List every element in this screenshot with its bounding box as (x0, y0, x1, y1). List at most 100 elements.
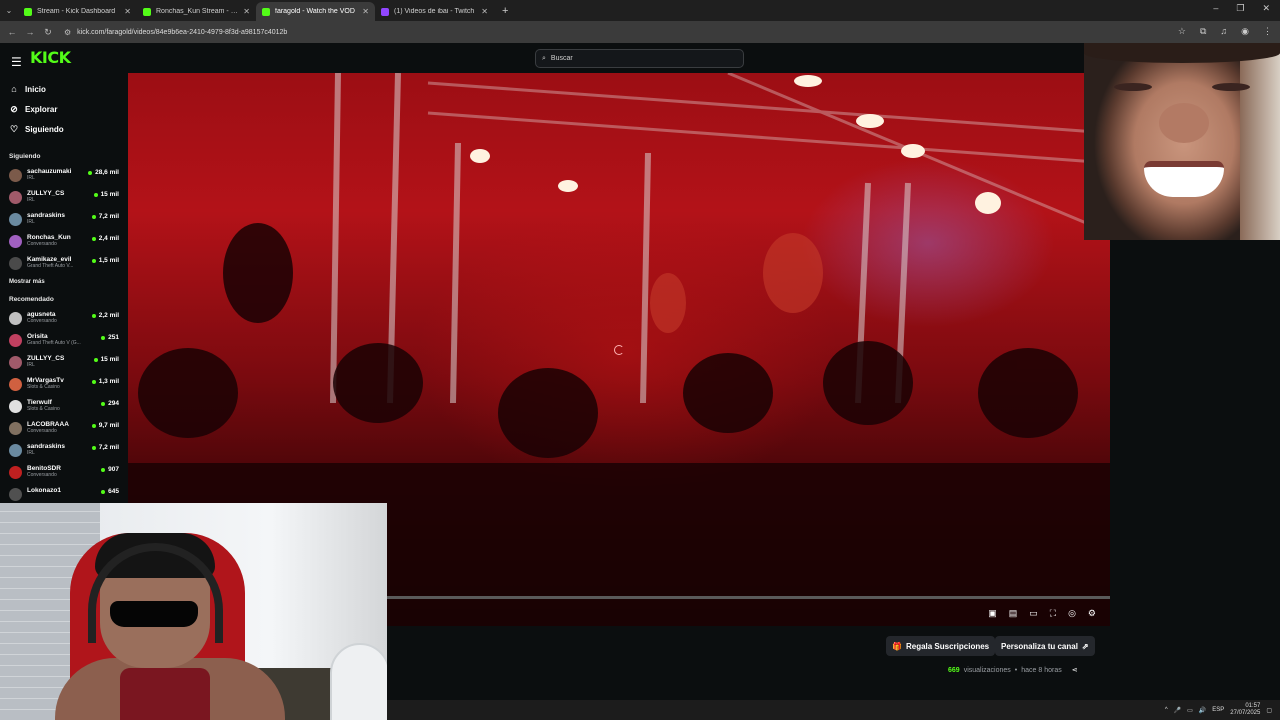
tab-close-icon[interactable]: ✕ (243, 7, 250, 16)
facecam-eye-left (1114, 83, 1152, 91)
tab-close-icon[interactable]: ✕ (481, 7, 488, 16)
viewer-count: 1,3 mil (91, 378, 119, 385)
viewer-count-text: 294 (108, 400, 119, 407)
browser-tab[interactable]: Ronchas_Kun Stream - Watch Liv ✕ (137, 2, 256, 21)
channel-item[interactable]: agusneta Conversando 2,2 mil (0, 308, 128, 330)
volume-icon[interactable]: 🔊 (1199, 707, 1206, 714)
following-section-title: Siguiendo (9, 153, 41, 160)
channel-item[interactable]: MrVargasTv Slots & Casino 1,3 mil (0, 374, 128, 396)
facecam-nose (1159, 103, 1209, 143)
facecam-background (1240, 43, 1280, 240)
new-tab-button[interactable]: + (502, 5, 508, 17)
avatar (9, 378, 22, 391)
extensions-icon[interactable]: ⧉ (1200, 26, 1206, 37)
tray-lang[interactable]: ESP (1212, 707, 1224, 713)
browser-tab[interactable]: faragold - Watch the VOD ✕ (256, 2, 375, 21)
url-field[interactable]: ⚙ kick.com/faragold/videos/84e9b6ea-2410… (64, 28, 287, 37)
tab-search-icon[interactable]: ⌄ (0, 0, 18, 21)
channel-item[interactable]: Tierwulf Slots & Casino 294 (0, 396, 128, 418)
channel-item[interactable]: sandraskins IRL 7,2 mil (0, 440, 128, 462)
theater-mode-icon[interactable]: ▭ (1029, 608, 1038, 619)
channel-category: Grand Theft Auto V... (27, 263, 74, 269)
sidebar-item-siguiendo[interactable]: ♡ Siguiendo (0, 119, 128, 139)
webcam-shirt (120, 668, 210, 720)
tab-favicon-icon (24, 7, 32, 16)
live-dot-icon (91, 445, 96, 450)
channel-item[interactable]: sachauzumaki IRL 28,6 mil (0, 165, 128, 187)
viewer-count: 294 (101, 400, 119, 407)
tab-title: (1) Videos de ibai - Twitch (394, 8, 475, 15)
avatar (9, 169, 22, 182)
maximize-icon[interactable]: ❐ (1236, 3, 1244, 14)
viewer-count: 2,4 mil (91, 235, 119, 242)
facecam-eye-right (1212, 83, 1250, 91)
browser-toolbar-right: ☆ ⧉ ♫ ◉ ⋮ (1178, 26, 1272, 37)
hamburger-menu-icon[interactable]: ☰ (11, 55, 22, 69)
channel-category: Conversando (27, 472, 57, 478)
channel-category: Slots & Casino (27, 384, 60, 390)
avatar (9, 257, 22, 270)
media-icon[interactable]: ♫ (1220, 26, 1227, 37)
channel-item[interactable]: Ronchas_Kun Conversando 2,4 mil (0, 231, 128, 253)
back-icon[interactable]: ← (6, 27, 18, 37)
sidebar-item-explorar[interactable]: ⊘ Explorar (0, 99, 128, 119)
tab-close-icon[interactable]: ✕ (362, 7, 369, 16)
tray-clock[interactable]: 01:57 27/07/2025 (1230, 703, 1260, 717)
notifications-icon[interactable]: ▢ (1266, 707, 1272, 714)
facecam-hair (1084, 43, 1280, 63)
browser-tab[interactable]: (1) Videos de ibai - Twitch ✕ (375, 2, 494, 21)
reload-icon[interactable]: ↻ (42, 27, 54, 38)
mic-icon[interactable]: 🎤 (1174, 707, 1181, 714)
channel-item[interactable]: LACOBRAAA Conversando 9,7 mil (0, 418, 128, 440)
channel-item[interactable]: ZULLYY_CS IRL 15 mil (0, 352, 128, 374)
video-progress-bar[interactable] (386, 596, 1110, 599)
tab-close-icon[interactable]: ✕ (124, 7, 131, 16)
avatar (9, 400, 22, 413)
show-more-button[interactable]: Mostrar más (0, 279, 128, 285)
gift-subs-label: Regala Suscripciones (905, 641, 990, 651)
channel-category: IRL (27, 197, 35, 203)
heart-icon: ♡ (9, 123, 19, 134)
tray-chevron-icon[interactable]: ^ (1165, 707, 1168, 713)
minimize-icon[interactable]: – (1213, 3, 1218, 14)
fullscreen-icon[interactable]: ⛶ (1050, 608, 1056, 619)
site-info-icon[interactable]: ⚙ (64, 28, 71, 37)
channel-item[interactable]: ZULLYY_CS IRL 15 mil (0, 187, 128, 209)
miniplayer-icon[interactable]: ▣ (988, 608, 997, 619)
search-input[interactable]: ⌕ Buscar (535, 49, 744, 68)
tab-title: Stream - Kick Dashboard (37, 8, 116, 15)
sidebar-item-inicio[interactable]: ⌂ Inicio (0, 79, 128, 99)
settings-gear-icon[interactable]: ⚙ (1088, 608, 1096, 619)
network-icon[interactable]: ▭ (1187, 707, 1193, 714)
profile-icon[interactable]: ◉ (1241, 26, 1249, 37)
viewer-count-text: 28,6 mil (95, 169, 119, 176)
bookmark-star-icon[interactable]: ☆ (1178, 26, 1186, 37)
avatar (9, 356, 22, 369)
browser-tab-bar: ⌄ Stream - Kick Dashboard ✕ Ronchas_Kun St… (0, 0, 1280, 21)
tray-date: 27/07/2025 (1230, 710, 1261, 716)
live-dot-icon (91, 258, 96, 263)
live-dot-icon (88, 170, 93, 175)
channel-item[interactable]: Orisita Grand Theft Auto V (G... 251 (0, 330, 128, 352)
browser-menu-icon[interactable]: ⋮ (1263, 26, 1272, 37)
kick-logo[interactable]: KICK (30, 48, 71, 67)
clip-icon[interactable]: ▤ (1009, 608, 1018, 619)
browser-tab[interactable]: Stream - Kick Dashboard ✕ (18, 2, 137, 21)
share-icon[interactable]: ⋖ (1072, 666, 1078, 674)
webcam-sunglasses (110, 601, 198, 627)
channel-item[interactable]: Lokonazo1 645 (0, 484, 128, 503)
viewer-count: 1,5 mil (91, 257, 119, 264)
gift-icon: 🎁 (892, 641, 902, 651)
facecam-smile (1144, 161, 1224, 197)
forward-icon[interactable]: → (24, 27, 36, 37)
playback-speed-icon[interactable]: ◎ (1068, 608, 1076, 619)
customize-channel-button[interactable]: Personaliza tu canal ⇗ (995, 636, 1095, 656)
tab-favicon-icon (381, 7, 389, 16)
gift-subs-button[interactable]: 🎁 Regala Suscripciones (886, 636, 996, 656)
channel-item[interactable]: Kamikaze_evil Grand Theft Auto V... 1,5 mi… (0, 253, 128, 275)
channel-item[interactable]: sandraskins IRL 7,2 mil (0, 209, 128, 231)
close-window-icon[interactable]: ✕ (1262, 3, 1270, 14)
channel-category: IRL (27, 175, 35, 181)
recommended-section-title: Recomendado (9, 296, 54, 303)
channel-item[interactable]: BenitoSDR Conversando 907 (0, 462, 128, 484)
